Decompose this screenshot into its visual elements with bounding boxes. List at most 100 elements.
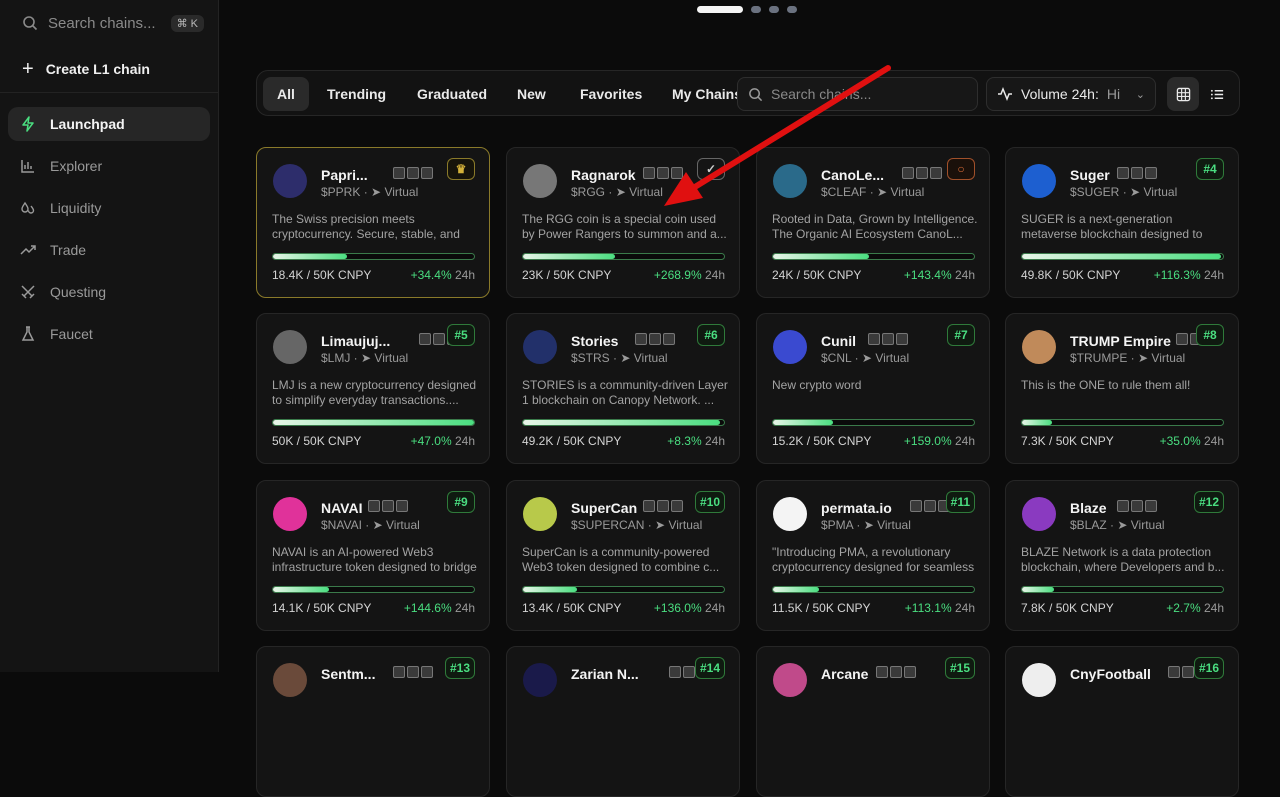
chain-ticker-line: $NAVAI · ➤ Virtual <box>321 518 420 532</box>
progress-fill <box>1022 587 1055 592</box>
tier-badge-icon <box>1130 167 1143 179</box>
chain-avatar <box>1022 164 1056 198</box>
rocket-icon: ➤ <box>861 351 872 365</box>
chain-ticker-line: $LMJ · ➤ Virtual <box>321 351 409 365</box>
search-icon <box>749 87 763 101</box>
chain-card[interactable]: SuperCan #10 $SUPERCAN · ➤ Virtual Super… <box>506 480 740 631</box>
chain-card[interactable]: NAVAI #9 $NAVAI · ➤ Virtual NAVAI is an … <box>256 480 490 631</box>
chain-card[interactable]: permata.io #11 $PMA · ➤ Virtual "Introdu… <box>756 480 990 631</box>
progress-fill <box>273 420 474 425</box>
chain-name: CnyFootball <box>1070 666 1151 682</box>
rank-badge: #12 <box>1193 491 1224 513</box>
chain-card[interactable]: Papri... ♛ $PPRK · ➤ Virtual The Swiss p… <box>256 147 490 298</box>
chain-card[interactable]: Stories #6 $STRS · ➤ Virtual STORIES is … <box>506 313 740 464</box>
pager-dot[interactable] <box>769 6 779 13</box>
tier-badge-icon <box>393 666 405 678</box>
chain-card[interactable]: Ragnarok ✓ $RGG · ➤ Virtual The RGG coin… <box>506 147 740 298</box>
tab-my-chains[interactable]: My Chains <box>672 77 742 111</box>
bolt-icon <box>22 116 34 132</box>
progress-text: 49.2K / 50K CNPY <box>522 434 622 448</box>
sidebar-item-trade[interactable]: Trade <box>8 233 210 267</box>
tier-badges <box>910 500 950 512</box>
progress-text: 13.4K / 50K CNPY <box>522 601 622 615</box>
progress-fill <box>1022 420 1053 425</box>
chain-card[interactable]: CnyFootball #16 <box>1005 646 1239 797</box>
rocket-icon: ➤ <box>620 351 631 365</box>
sidebar-item-liquidity[interactable]: Liquidity <box>8 191 210 225</box>
progress-text: 15.2K / 50K CNPY <box>772 434 872 448</box>
chain-ticker-line: $STRS · ➤ Virtual <box>571 351 668 365</box>
create-l1-chain-button[interactable]: + Create L1 chain <box>0 46 218 93</box>
change-text: +8.3% 24h <box>667 434 725 448</box>
rocket-icon: ➤ <box>1130 185 1141 199</box>
list-view-button[interactable] <box>1201 77 1233 111</box>
change-text: +113.1% 24h <box>905 601 975 615</box>
chain-card[interactable]: Suger #4 $SUGER · ➤ Virtual SUGER is a n… <box>1005 147 1239 298</box>
tab-new[interactable]: New <box>517 77 546 111</box>
progress-fill <box>523 420 720 425</box>
chain-search-input[interactable]: Search chains... <box>737 77 978 111</box>
tab-trending[interactable]: Trending <box>327 77 386 111</box>
sidebar-item-questing[interactable]: Questing <box>8 275 210 309</box>
sidebar-item-label: Questing <box>50 284 107 300</box>
progress-fill <box>273 587 330 592</box>
chain-name: CanoLe... <box>821 167 885 183</box>
chain-card[interactable]: Zarian N... #14 <box>506 646 740 797</box>
chain-description: STORIES is a community-driven Layer 1 bl… <box>522 378 728 407</box>
chain-name: Stories <box>571 333 619 349</box>
chain-card[interactable]: TRUMP Empire #8 $TRUMPE · ➤ Virtual This… <box>1005 313 1239 464</box>
tab-all[interactable]: All <box>263 77 309 111</box>
tab-graduated[interactable]: Graduated <box>417 77 487 111</box>
progress-text: 50K / 50K CNPY <box>272 434 362 448</box>
chain-description: SUGER is a next-generation metaverse blo… <box>1021 212 1203 241</box>
tier-badge-icon <box>657 500 669 512</box>
chain-card[interactable]: Blaze #12 $BLAZ · ➤ Virtual BLAZE Networ… <box>1005 480 1239 631</box>
tier-badge-icon <box>1176 333 1188 345</box>
tier-badges <box>634 333 675 345</box>
tab-favorites[interactable]: Favorites <box>580 77 642 111</box>
chain-card[interactable]: Arcane #15 <box>756 646 990 797</box>
change-text: +136.0% 24h <box>654 601 725 615</box>
sidebar: Search chains... ⌘ K + Create L1 chain L… <box>0 0 219 672</box>
change-period: 24h <box>1203 268 1224 282</box>
chain-avatar <box>1022 497 1056 531</box>
tier-badge-icon <box>867 333 880 345</box>
chain-card[interactable]: CanoLe... ○ $CLEAF · ➤ Virtual Rooted in… <box>756 147 990 298</box>
search-icon <box>23 16 38 31</box>
sidebar-item-explorer[interactable]: Explorer <box>8 149 210 183</box>
change-value: +47.0% <box>410 434 452 448</box>
grid-icon <box>1176 87 1190 101</box>
progress-bar <box>772 253 975 260</box>
sidebar-nav: Launchpad Explorer Liquidity Trade Quest… <box>0 93 218 373</box>
chain-card[interactable]: Limaujuj... #5 $LMJ · ➤ Virtual LMJ is a… <box>256 313 490 464</box>
tier-badge-icon <box>910 500 922 512</box>
sort-dropdown[interactable]: Volume 24h: Hi ⌄ <box>986 77 1156 111</box>
rocket-icon: ➤ <box>877 185 888 199</box>
chain-tag: Virtual <box>374 351 409 365</box>
filter-bar: All Trending Graduated New Favorites My … <box>256 70 1240 116</box>
crown-icon: ♛ <box>447 158 475 180</box>
rank-badge: #15 <box>944 657 975 679</box>
change-text: +144.6% 24h <box>404 601 475 615</box>
change-period: 24h <box>954 268 975 282</box>
tier-badge-icon <box>890 666 902 678</box>
tier-badge-icon <box>904 666 916 678</box>
pager-dot-active[interactable] <box>697 6 743 13</box>
sidebar-item-faucet[interactable]: Faucet <box>8 317 210 351</box>
sidebar-item-launchpad[interactable]: Launchpad <box>8 107 210 141</box>
sidebar-search[interactable]: Search chains... ⌘ K <box>0 0 218 46</box>
stamp-icon: ✓ <box>697 158 725 180</box>
progress-text: 7.8K / 50K CNPY <box>1021 601 1114 615</box>
tier-badge-icon <box>418 333 431 345</box>
chain-tag: Virtual <box>384 185 419 199</box>
grid-view-button[interactable] <box>1167 77 1199 111</box>
progress-bar <box>1021 586 1224 593</box>
change-text: +116.3% 24h <box>1154 268 1224 282</box>
chain-avatar <box>273 663 307 697</box>
pager-dot[interactable] <box>787 6 797 13</box>
chain-card[interactable]: Sentm... #13 <box>256 646 490 797</box>
chain-card[interactable]: Cunil #7 $CNL · ➤ Virtual New crypto wor… <box>756 313 990 464</box>
pager-dot[interactable] <box>751 6 761 13</box>
rank-badge: #4 <box>1196 158 1224 180</box>
chain-avatar <box>773 330 807 364</box>
